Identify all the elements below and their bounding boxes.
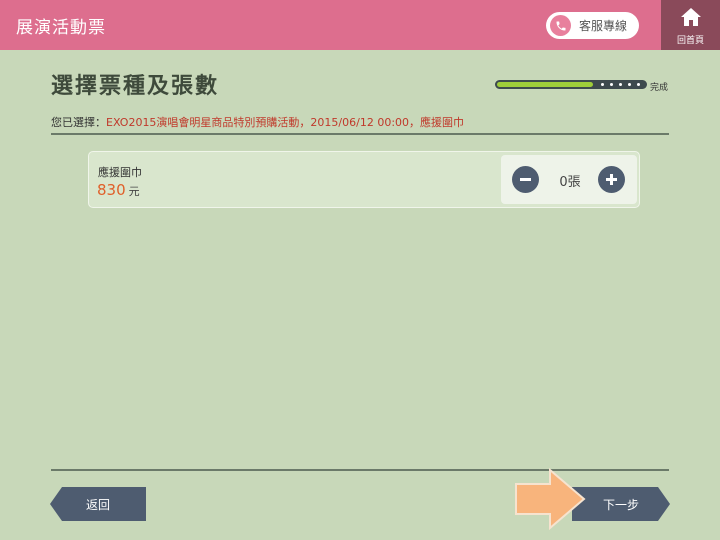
progress-bar — [495, 80, 647, 89]
minus-icon — [520, 178, 531, 181]
selection-value: EXO2015演唱會明星商品特別預購活動，2015/06/12 00:00，應援… — [106, 116, 465, 129]
home-button[interactable]: 回首頁 — [661, 0, 720, 50]
app-title: 展演活動票 — [16, 18, 106, 38]
selection-summary: 您已選擇：EXO2015演唱會明星商品特別預購活動，2015/06/12 00:… — [51, 114, 464, 130]
customer-service-label: 客服專線 — [579, 19, 628, 33]
progress-dots — [601, 83, 640, 86]
top-bar: 展演活動票 客服專線 回首頁 — [0, 0, 720, 50]
page-title: 選擇票種及張數 — [51, 74, 220, 99]
ticket-name: 應援圍巾 — [98, 166, 142, 179]
progress-fill — [497, 82, 593, 87]
plus-icon — [606, 174, 617, 185]
ticket-price-value: 830 — [97, 181, 126, 199]
progress-end-label: 完成 — [650, 83, 669, 93]
back-button-label: 返回 — [85, 497, 110, 512]
customer-service-button[interactable]: 客服專線 — [546, 12, 639, 39]
selection-label: 您已選擇： — [51, 116, 106, 129]
decrease-quantity-button[interactable] — [512, 166, 539, 193]
home-icon — [680, 7, 702, 31]
phone-icon — [550, 15, 571, 36]
home-label: 回首頁 — [676, 36, 704, 46]
divider-top — [51, 133, 669, 135]
back-button[interactable]: 返回 — [50, 487, 146, 521]
next-button-label: 下一步 — [602, 497, 639, 512]
quantity-stepper: 0張 — [501, 155, 637, 204]
next-button[interactable]: 下一步 — [572, 487, 670, 521]
quantity-value: 0張 — [559, 175, 581, 190]
ticket-price-unit: 元 — [128, 185, 140, 198]
increase-quantity-button[interactable] — [598, 166, 625, 193]
ticket-price: 830 元 — [97, 181, 140, 199]
ticket-item: 應援圍巾 830 元 0張 — [88, 151, 640, 208]
arrow-pointer-icon — [514, 467, 586, 534]
